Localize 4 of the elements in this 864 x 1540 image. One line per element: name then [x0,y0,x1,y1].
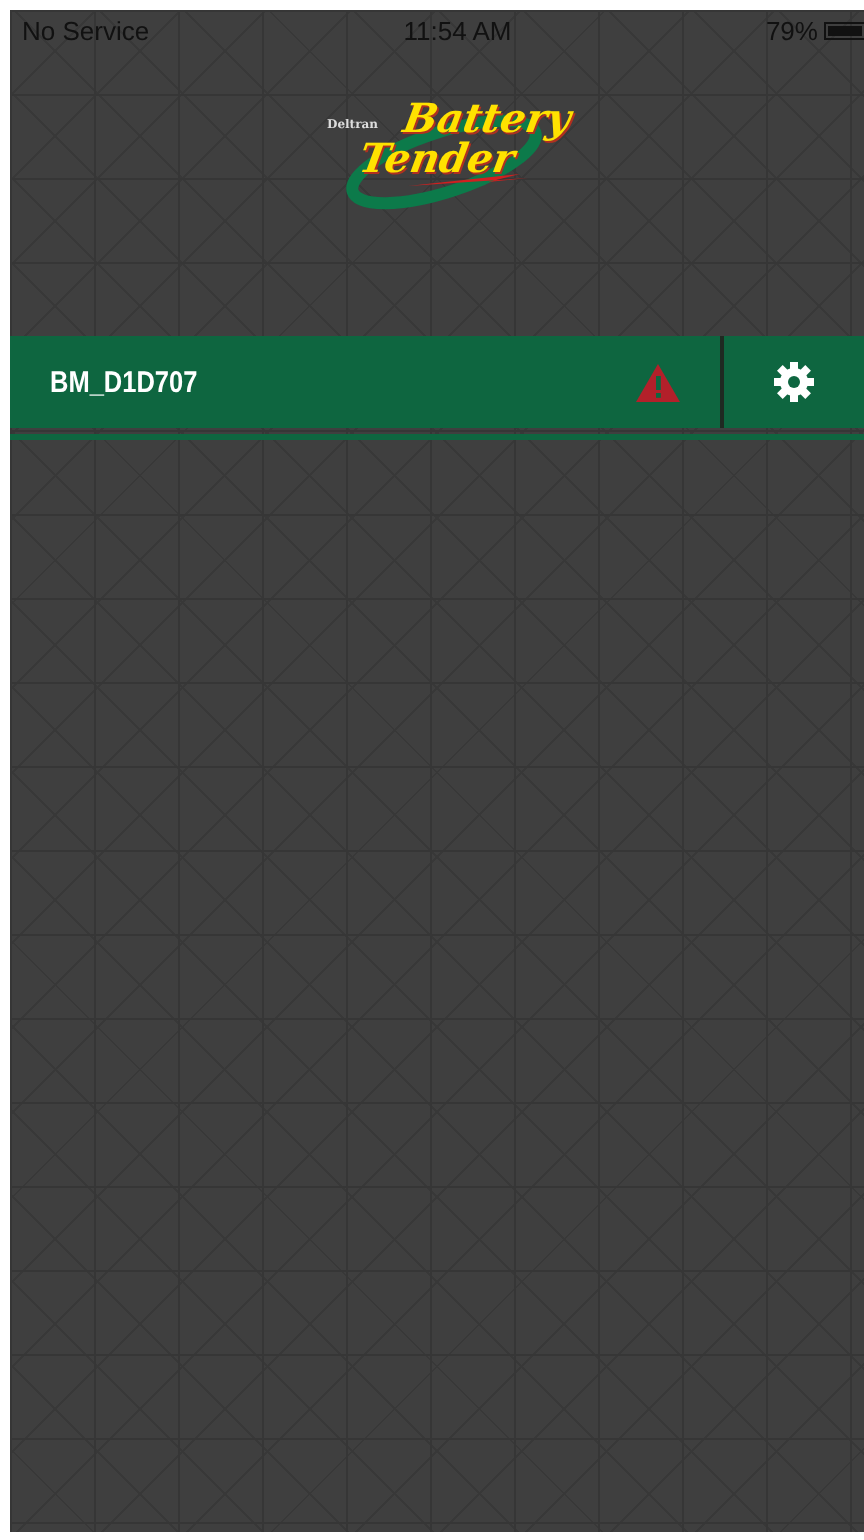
settings-icon [774,362,814,402]
battery-icon [823,21,864,39]
logo-word: Battery [399,98,573,138]
logo-word: Tender [355,138,517,178]
